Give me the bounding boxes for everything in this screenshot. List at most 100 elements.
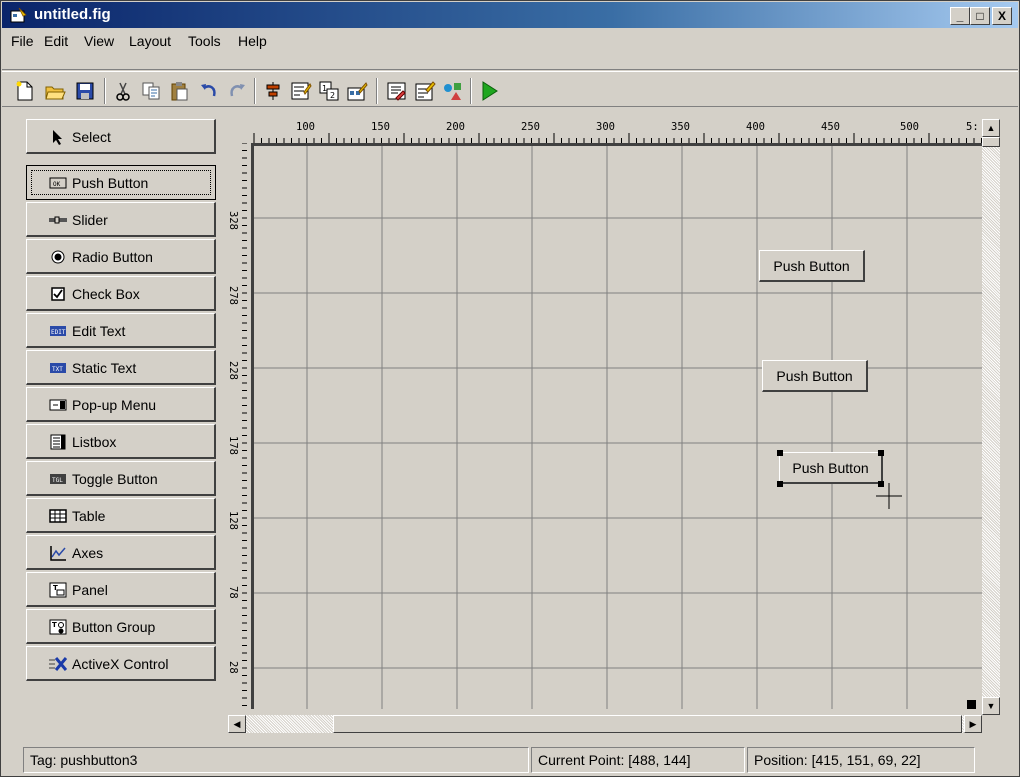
redo-icon[interactable] (226, 80, 248, 102)
palette-label: Select (72, 129, 111, 145)
edit-text-icon: EDIT (50, 326, 66, 336)
scroll-thumb[interactable] (333, 715, 962, 733)
minimize-button[interactable]: _ (950, 7, 970, 25)
new-icon[interactable] (14, 80, 36, 102)
open-icon[interactable] (44, 80, 66, 102)
scroll-left-button[interactable]: ◀ (228, 715, 246, 733)
scroll-thumb[interactable] (982, 137, 1000, 147)
resize-handle[interactable] (777, 481, 783, 487)
toolbar-editor-icon[interactable] (346, 80, 368, 102)
resize-handle[interactable] (777, 450, 783, 456)
undo-icon[interactable] (198, 80, 220, 102)
canvas-push-button-3[interactable]: Push Button (779, 452, 883, 484)
layout-canvas[interactable]: Push Button Push Button Push Button (251, 143, 982, 709)
editor-icon[interactable] (386, 80, 408, 102)
close-icon: X (997, 9, 1006, 23)
title-bar[interactable]: untitled.fig _ □ X (2, 2, 1018, 28)
palette-table[interactable]: Table (26, 498, 216, 533)
palette-push-button[interactable]: OK Push Button (26, 165, 216, 200)
layout-grid (254, 146, 982, 709)
toggle-button-icon: TGL (50, 474, 66, 484)
svg-text:TXT: TXT (52, 366, 63, 373)
palette-slider[interactable]: Slider (26, 202, 216, 237)
palette-toggle-button[interactable]: TGL Toggle Button (26, 461, 216, 496)
scroll-up-button[interactable]: ▲ (982, 119, 1000, 137)
scroll-right-button[interactable]: ▶ (964, 715, 982, 733)
checkbox-icon (51, 287, 65, 301)
status-position: Position: [415, 151, 69, 22] (747, 747, 975, 773)
copy-icon[interactable] (140, 80, 162, 102)
palette-edit-text[interactable]: EDIT Edit Text (26, 313, 216, 348)
resize-handle[interactable] (878, 450, 884, 456)
align-icon[interactable] (262, 80, 284, 102)
status-tag: Tag: pushbutton3 (23, 747, 529, 773)
arrow-right-icon: ▶ (969, 719, 977, 729)
popup-menu-icon (49, 399, 67, 411)
object-browser-icon[interactable] (442, 80, 464, 102)
menu-editor-icon[interactable] (290, 80, 312, 102)
ruler-label: 5: (966, 121, 979, 133)
arrow-up-icon: ▲ (986, 123, 996, 133)
menu-view[interactable]: View (84, 33, 114, 49)
figure-app-icon (10, 7, 27, 23)
property-inspector-icon[interactable] (414, 80, 436, 102)
palette-label: Button Group (72, 619, 156, 635)
ruler-label: 128 (227, 511, 239, 530)
palette-axes[interactable]: Axes (26, 535, 216, 570)
ruler-ticks (253, 133, 982, 143)
maximize-button[interactable]: □ (970, 7, 990, 25)
palette-button-group[interactable]: T Button Group (26, 609, 216, 644)
palette-check-box[interactable]: Check Box (26, 276, 216, 311)
palette-label: Pop-up Menu (72, 397, 157, 413)
svg-text:2: 2 (330, 91, 335, 100)
panel-icon: T (49, 582, 67, 598)
palette-popup-menu[interactable]: Pop-up Menu (26, 387, 216, 422)
svg-text:EDIT: EDIT (51, 329, 66, 336)
save-icon[interactable] (74, 80, 96, 102)
ruler-label: 200 (446, 121, 465, 133)
toolbar-divider (2, 69, 1018, 70)
menu-help[interactable]: Help (238, 33, 267, 49)
menu-file[interactable]: File (11, 33, 34, 49)
paste-icon[interactable] (168, 80, 190, 102)
palette-label: Axes (72, 545, 104, 561)
toolbar-separator (470, 78, 472, 104)
status-bar: Tag: pushbutton3 Current Point: [488, 14… (2, 745, 1018, 775)
minimize-icon: _ (956, 9, 964, 23)
palette-panel[interactable]: T Panel (26, 572, 216, 607)
ruler-label: 178 (227, 436, 239, 455)
palette-radio-button[interactable]: Radio Button (26, 239, 216, 274)
vertical-scrollbar[interactable]: ▲ ▼ (982, 119, 1000, 715)
scroll-down-button[interactable]: ▼ (982, 697, 1000, 715)
canvas-push-button-2[interactable]: Push Button (762, 360, 868, 392)
palette-label: Push Button (72, 175, 149, 191)
arrow-left-icon: ◀ (233, 719, 241, 729)
tab-order-icon[interactable]: 12 (318, 80, 340, 102)
crosshair-cursor-icon (876, 483, 902, 509)
palette-activex[interactable]: ActiveX Control (26, 646, 216, 681)
palette-label: ActiveX Control (72, 656, 169, 672)
figure-resize-handle[interactable] (967, 700, 976, 709)
push-button-icon: OK (49, 177, 67, 189)
menu-tools[interactable]: Tools (188, 33, 221, 49)
palette-static-text[interactable]: TXT Static Text (26, 350, 216, 385)
button-group-icon: T (49, 619, 67, 635)
menu-layout[interactable]: Layout (129, 33, 171, 49)
palette-label: Radio Button (72, 249, 153, 265)
static-text-icon: TXT (50, 363, 66, 373)
restore-icon: □ (976, 9, 984, 23)
toolbar: 12 (2, 71, 1018, 107)
horizontal-scrollbar[interactable]: ◀ ▶ (228, 715, 982, 733)
close-button[interactable]: X (992, 7, 1012, 25)
vertical-ruler: 328 278 228 178 128 78 28 (225, 143, 247, 709)
palette-listbox[interactable]: Listbox (26, 424, 216, 459)
menu-edit[interactable]: Edit (44, 33, 68, 49)
canvas-push-button-1[interactable]: Push Button (759, 250, 865, 282)
ruler-label: 400 (746, 121, 765, 133)
run-icon[interactable] (478, 80, 500, 102)
palette-select[interactable]: Select (26, 119, 216, 154)
cut-icon[interactable] (112, 80, 134, 102)
ruler-label: 228 (227, 361, 239, 380)
ruler-label: 150 (371, 121, 390, 133)
arrow-down-icon: ▼ (986, 701, 996, 711)
